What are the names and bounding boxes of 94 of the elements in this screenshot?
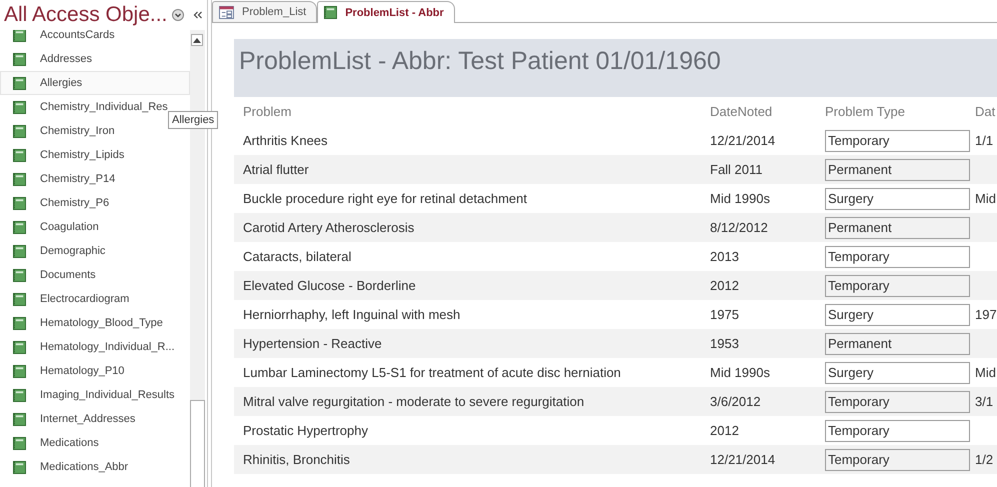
table-cell-text: Arthritis Knees — [242, 133, 329, 148]
table-cell-text: 1975 — [710, 307, 740, 322]
nav-item[interactable]: Imaging_Individual_Results — [0, 383, 190, 407]
table-cell: 3/1 — [975, 394, 994, 409]
nav-item[interactable]: Chemistry_P14 — [0, 167, 190, 191]
table-icon — [13, 124, 26, 138]
table-cell-text: Elevated Glucose - Borderline — [242, 278, 417, 293]
table-cell-text: Lumbar Laminectomy L5-S1 for treatment of acute disc herniation — [242, 365, 622, 380]
table-cell-text: 1953 — [710, 336, 740, 351]
table-cell-text: 2013 — [710, 249, 740, 264]
nav-item[interactable]: Chemistry_P6 — [0, 191, 190, 215]
table-icon — [324, 6, 338, 19]
input-field[interactable]: Temporary — [825, 448, 970, 470]
table-icon — [13, 244, 26, 258]
pane-title: All Access Obje... — [4, 3, 168, 27]
table-icon — [13, 268, 26, 282]
table-icon — [13, 196, 26, 210]
table-icon — [13, 412, 26, 426]
input-field[interactable]: Temporary — [825, 246, 970, 268]
input-field[interactable]: Temporary — [825, 130, 970, 152]
input-field[interactable]: Temporary — [825, 390, 970, 412]
nav-item[interactable]: Medications — [0, 431, 190, 455]
table-cell-text: Hypertension - Reactive — [242, 336, 383, 351]
table-cell-text: 8/12/2012 — [710, 220, 769, 235]
input-field[interactable]: Permanent — [825, 216, 970, 238]
table-cell: 197 — [975, 307, 997, 322]
table-cell-text: Mid 1990s — [710, 365, 771, 380]
table-icon — [13, 292, 26, 306]
table-icon — [13, 364, 26, 378]
table-cell-text: 12/21/2014 — [710, 452, 776, 467]
table-cell-text: Herniorrhaphy, left Inguinal with mesh — [242, 307, 462, 322]
table-cell-text: 12/21/2014 — [710, 133, 776, 148]
table-icon — [13, 340, 26, 354]
tooltip: Allergies — [168, 111, 218, 129]
table-cell-text: Mitral valve regurgitation - moderate to severe regurgitation — [242, 394, 586, 409]
table-icon — [13, 460, 26, 474]
table-cell: Mid — [975, 365, 996, 380]
scroll-thumb[interactable] — [190, 400, 205, 487]
input-field[interactable]: Temporary — [825, 274, 970, 296]
collapse-icon[interactable] — [193, 11, 204, 19]
column-header: Dat — [975, 104, 995, 119]
table-cell-text: 3/6/2012 — [710, 394, 762, 409]
table-cell-text: Atrial flutter — [242, 162, 310, 177]
nav-item[interactable]: Hematology_P10 — [0, 359, 190, 383]
table-cell-text: Prostatic Hypertrophy — [242, 423, 369, 438]
input-field[interactable]: Surgery — [825, 188, 970, 210]
document-tab[interactable]: ProblemList - Abbr — [317, 1, 455, 23]
form-icon — [219, 6, 234, 18]
table-icon — [13, 100, 26, 114]
table-cell-text: Carotid Artery Atherosclerosis — [242, 220, 416, 235]
nav-item[interactable]: Electrocardiogram — [0, 287, 190, 311]
input-field[interactable]: Surgery — [825, 362, 970, 384]
nav-item[interactable]: Coagulation — [0, 215, 190, 239]
column-header: DateNoted — [710, 104, 774, 119]
table-cell-text: 2012 — [710, 278, 740, 293]
input-field[interactable]: Surgery — [825, 304, 970, 326]
table-icon — [13, 148, 26, 162]
nav-item[interactable]: Hematology_Blood_Type — [0, 311, 190, 335]
input-field[interactable]: Permanent — [825, 332, 970, 354]
dropdown-button[interactable] — [172, 9, 184, 21]
column-header: Problem — [242, 104, 292, 119]
table-cell-text: 2012 — [710, 423, 740, 438]
nav-item[interactable]: Chemistry_Lipids — [0, 143, 190, 167]
caret-up-icon — [193, 38, 201, 42]
table-icon — [13, 436, 26, 450]
table-cell-text: Fall 2011 — [710, 162, 764, 177]
document-tab[interactable]: Problem_List — [212, 1, 318, 22]
form-title: ProblemList - Abbr: Test Patient 01/01/1960 — [239, 47, 722, 76]
table-icon — [13, 30, 26, 42]
scroll-up-button[interactable] — [191, 34, 203, 46]
nav-item[interactable]: Medications_Abbr — [0, 455, 190, 479]
table-icon — [13, 220, 26, 234]
table-cell-text: Cataracts, bilateral — [242, 249, 352, 264]
table-icon — [13, 76, 26, 90]
nav-item[interactable]: Demographic — [0, 239, 190, 263]
nav-item[interactable]: Hematology_Individual_R... — [0, 335, 190, 359]
table-cell-text: Buckle procedure right eye for retinal detachment — [242, 191, 528, 206]
table-icon — [13, 388, 26, 402]
input-field[interactable]: Permanent — [825, 158, 970, 180]
nav-item[interactable]: Documents — [0, 263, 190, 287]
nav-item[interactable]: Internet_Addresses — [0, 407, 190, 431]
table-icon — [13, 316, 26, 330]
table-cell: Mid — [975, 191, 996, 206]
table-icon — [13, 52, 26, 66]
column-header: Problem Type — [825, 104, 906, 119]
input-field[interactable]: Temporary — [825, 420, 970, 442]
nav-item[interactable]: AccountsCards — [0, 30, 190, 47]
table-icon — [13, 172, 26, 186]
table-cell-text: Mid 1990s — [710, 191, 771, 206]
table-cell: 1/1 — [975, 133, 994, 148]
table-cell: 1/2 — [975, 452, 994, 467]
table-cell-text: Rhinitis, Bronchitis — [242, 452, 351, 467]
nav-item[interactable]: Allergies — [0, 71, 190, 95]
nav-item[interactable]: Addresses — [0, 47, 190, 71]
